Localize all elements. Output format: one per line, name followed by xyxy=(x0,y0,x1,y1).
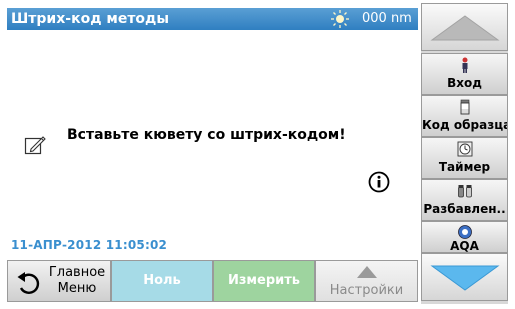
login-button[interactable]: Вход xyxy=(421,53,508,95)
arrow-up-icon xyxy=(430,15,500,41)
aqa-button[interactable]: AQA xyxy=(421,221,508,253)
settings-button[interactable]: Настройки xyxy=(315,260,418,302)
main-menu-button[interactable]: Главное Меню xyxy=(7,260,111,302)
back-arrow-icon xyxy=(17,272,40,294)
timer-button[interactable]: Таймер xyxy=(421,137,508,179)
settings-label: Настройки xyxy=(329,283,404,298)
side-panel: Вход Код образца Таймер Разбавлен.. AQA xyxy=(421,3,508,304)
main-menu-label-line1: Главное xyxy=(48,265,106,280)
chevron-up-icon xyxy=(357,266,377,278)
datetime-display: 11-АПР-2012 11:05:02 xyxy=(11,238,168,252)
arrow-down-icon xyxy=(430,265,500,291)
login-label: Вход xyxy=(447,76,482,90)
scroll-up-button[interactable] xyxy=(421,3,508,51)
dilution-button[interactable]: Разбавлен.. xyxy=(421,179,508,221)
dilution-icon xyxy=(458,185,472,198)
dilution-label: Разбавлен.. xyxy=(423,202,506,216)
app-window: Штрих-код методы 000 nm Вставьте кювету … xyxy=(0,0,515,309)
page-title: Штрих-код методы xyxy=(11,11,170,27)
timer-label: Таймер xyxy=(438,160,491,174)
sample-id-label: Код образца xyxy=(422,118,507,132)
aqa-icon xyxy=(458,225,472,239)
aqa-label: AQA xyxy=(450,239,479,253)
main-panel: Вставьте кювету со штрих-кодом! 11-АПР-2… xyxy=(7,30,418,260)
wavelength-readout: 000 nm xyxy=(362,11,412,26)
edit-note-icon[interactable] xyxy=(24,134,46,156)
timer-icon xyxy=(457,141,473,157)
bottom-toolbar: Главное Меню Ноль Измерить Настройки xyxy=(7,260,418,302)
title-bar: Штрих-код методы 000 nm xyxy=(7,8,418,30)
lamp-icon xyxy=(331,10,349,28)
main-menu-label-line2: Меню xyxy=(57,281,97,296)
person-icon xyxy=(462,57,468,73)
sample-vial-icon xyxy=(460,99,470,115)
zero-button[interactable]: Ноль xyxy=(111,260,213,302)
info-icon[interactable] xyxy=(368,171,390,193)
sample-id-button[interactable]: Код образца xyxy=(421,95,508,137)
instruction-message: Вставьте кювету со штрих-кодом! xyxy=(67,127,346,143)
measure-button[interactable]: Измерить xyxy=(213,260,315,302)
scroll-down-button[interactable] xyxy=(421,253,508,301)
